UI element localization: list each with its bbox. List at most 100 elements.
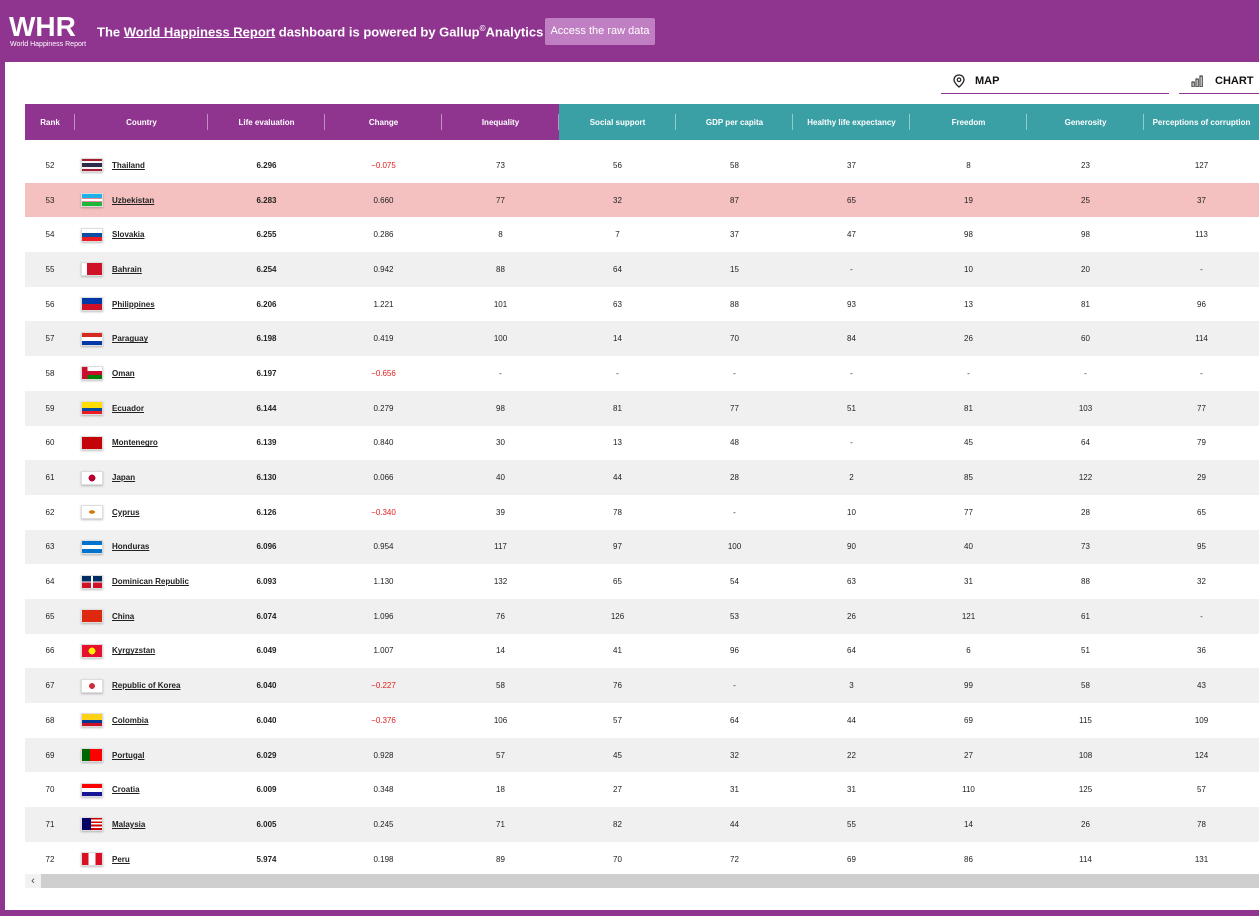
chart-label: CHART <box>1215 74 1254 87</box>
column-header-inequality[interactable]: Inequality <box>442 104 559 140</box>
inequality-cell: 57 <box>496 750 505 760</box>
country-link[interactable]: Japan <box>112 473 135 482</box>
table-row[interactable]: 68 Colombia 6.040 −0.376 106 57 64 44 69 115 109 <box>25 703 1259 738</box>
country-link[interactable]: Portugal <box>112 751 144 760</box>
freedom-cell: 19 <box>964 195 973 205</box>
country-link[interactable]: Oman <box>112 369 135 378</box>
column-header-rank[interactable]: Rank <box>25 104 75 140</box>
gdp-cell: 77 <box>730 403 739 413</box>
whr-link[interactable]: World Happiness Report <box>124 24 275 39</box>
table-row[interactable]: 71 Malaysia 6.005 0.245 71 82 44 55 14 26 78 <box>25 807 1259 842</box>
country-link[interactable]: Thailand <box>112 161 145 170</box>
table-row[interactable]: 55 Bahrain 6.254 0.942 88 64 15 - 10 20 - <box>25 252 1259 287</box>
tagline-mid: dashboard is powered by Gallup <box>275 24 480 40</box>
table-row[interactable]: 66 Kyrgyzstan 6.049 1.007 14 41 96 64 6 51 36 <box>25 634 1259 669</box>
chart-view-toggle[interactable]: CHART <box>1179 68 1259 94</box>
country-link[interactable]: Honduras <box>112 542 149 551</box>
table-row[interactable]: 63 Honduras 6.096 0.954 117 97 100 90 40 73 95 <box>25 529 1259 565</box>
table-row[interactable]: 64 Dominican Republic 6.093 1.130 132 65 54 63 3… <box>25 564 1259 599</box>
health-cell: - <box>850 368 853 378</box>
table-row[interactable]: 53 Uzbekistan 6.283 0.660 77 32 87 65 19 25 37 <box>25 182 1259 218</box>
freedom-cell: 27 <box>964 750 973 760</box>
country-flag-icon <box>81 748 103 763</box>
country-flag-icon <box>81 262 103 277</box>
country-flag-icon <box>81 713 103 728</box>
table-row[interactable]: 58 Oman 6.197 −0.656 - - - - - - - <box>25 356 1259 391</box>
inequality-cell: 77 <box>496 195 505 205</box>
corruption-cell: 96 <box>1197 299 1206 309</box>
life-cell: 6.283 <box>256 195 277 205</box>
social-cell: 81 <box>613 403 622 413</box>
country-link[interactable]: Slovakia <box>112 230 144 239</box>
change-cell: 0.245 <box>373 819 394 829</box>
column-header-life-evaluation[interactable]: Life evaluation <box>208 104 325 140</box>
map-view-toggle[interactable]: MAP <box>941 68 1169 94</box>
country-link[interactable]: Dominican Republic <box>112 577 189 586</box>
table-row[interactable]: 72 Peru 5.974 0.198 89 70 72 69 86 114 131 <box>25 842 1259 877</box>
country-link[interactable]: Cyprus <box>112 508 140 517</box>
scroll-left-icon[interactable]: ‹ <box>25 874 41 888</box>
generosity-cell: 58 <box>1081 681 1090 691</box>
column-header-generosity[interactable]: Generosity <box>1027 104 1144 140</box>
country-link[interactable]: Colombia <box>112 716 148 725</box>
dashboard-panel: MAP CHART Rank Country Life evaluation C… <box>5 62 1259 910</box>
horizontal-scrollbar[interactable]: ‹ <box>25 874 1259 888</box>
country-link[interactable]: Montenegro <box>112 438 158 447</box>
country-link[interactable]: Ecuador <box>112 404 144 413</box>
table-row[interactable]: 54 Slovakia 6.255 0.286 8 7 37 47 98 98 113 <box>25 217 1259 252</box>
table-row[interactable]: 61 Japan 6.130 0.066 40 44 28 2 85 122 29 <box>25 460 1259 495</box>
country-cell: Paraguay <box>75 331 208 346</box>
table-row[interactable]: 52 Thailand 6.296 −0.075 73 56 58 37 8 23 127 <box>25 148 1259 183</box>
country-link[interactable]: Uzbekistan <box>112 196 154 205</box>
table-row[interactable]: 57 Paraguay 6.198 0.419 100 14 70 84 26 60 114 <box>25 321 1259 357</box>
table-row[interactable]: 59 Ecuador 6.144 0.279 98 81 77 51 81 103 77 <box>25 390 1259 426</box>
whr-logo[interactable]: WHR World Happiness Report <box>9 11 86 51</box>
change-cell: −0.227 <box>371 681 396 691</box>
country-flag-icon <box>81 193 103 208</box>
social-cell: 45 <box>613 750 622 760</box>
country-link[interactable]: Malaysia <box>112 820 145 829</box>
table-row[interactable]: 67 Republic of Korea 6.040 −0.227 58 76 - 3 99 58… <box>25 668 1259 703</box>
change-cell: 0.840 <box>373 438 394 448</box>
change-cell: −0.075 <box>371 160 396 170</box>
table-row[interactable]: 56 Philippines 6.206 1.221 101 63 88 93 13 81 96 <box>25 287 1259 322</box>
table-row[interactable]: 65 China 6.074 1.096 76 126 53 26 121 61 - <box>25 598 1259 634</box>
country-link[interactable]: Peru <box>112 855 130 864</box>
column-header-freedom[interactable]: Freedom <box>910 104 1027 140</box>
table-row[interactable]: 60 Montenegro 6.139 0.840 30 13 48 - 45 64 79 <box>25 426 1259 461</box>
life-cell: 6.296 <box>256 160 277 170</box>
gdp-cell: 44 <box>730 819 739 829</box>
country-flag-icon <box>81 297 103 312</box>
column-header-change[interactable]: Change <box>325 104 442 140</box>
rank-cell: 69 <box>45 750 55 760</box>
country-flag-icon <box>81 366 103 381</box>
country-link[interactable]: Kyrgyzstan <box>112 646 155 655</box>
country-cell: Uzbekistan <box>75 193 208 208</box>
country-link[interactable]: Paraguay <box>112 334 148 343</box>
column-header-social-support[interactable]: Social support <box>559 104 676 140</box>
gdp-cell: - <box>733 507 736 517</box>
table-row[interactable]: 69 Portugal 6.029 0.928 57 45 32 22 27 108 124 <box>25 737 1259 773</box>
table-row[interactable]: 62 Cyprus 6.126 −0.340 39 78 - 10 77 28 65 <box>25 495 1259 530</box>
column-header-country[interactable]: Country <box>75 104 208 140</box>
access-raw-data-button[interactable]: Access the raw data <box>545 18 655 45</box>
freedom-cell: 110 <box>962 785 975 795</box>
life-cell: 6.130 <box>256 473 277 483</box>
column-header-perceptions-of-corruption[interactable]: Perceptions of corruption <box>1144 104 1259 140</box>
inequality-cell: 88 <box>496 264 505 274</box>
generosity-cell: 98 <box>1081 230 1090 240</box>
column-header-gdp-per-capita[interactable]: GDP per capita <box>676 104 793 140</box>
corruption-cell: 36 <box>1197 646 1206 656</box>
column-header-healthy-life-expectancy[interactable]: Healthy life expectancy <box>793 104 910 140</box>
country-link[interactable]: Republic of Korea <box>112 681 180 690</box>
country-flag-icon <box>81 574 103 589</box>
country-link[interactable]: Croatia <box>112 785 140 794</box>
country-link[interactable]: Bahrain <box>112 265 142 274</box>
country-link[interactable]: Philippines <box>112 300 155 309</box>
country-cell: Dominican Republic <box>75 574 208 589</box>
health-cell: 31 <box>847 785 856 795</box>
country-link[interactable]: China <box>112 612 134 621</box>
table-row[interactable]: 70 Croatia 6.009 0.348 18 27 31 31 110 125 57 <box>25 772 1259 807</box>
generosity-cell: 88 <box>1081 577 1090 587</box>
health-cell: 93 <box>847 299 856 309</box>
